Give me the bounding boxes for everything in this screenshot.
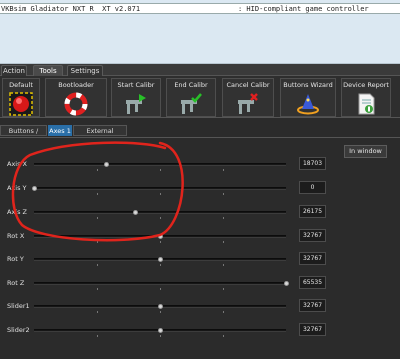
- device-name: VKBsim Gladiator NXT R XT v2.071: [1, 5, 141, 13]
- slider-tick: [97, 217, 98, 219]
- axis-label: Axis Z: [7, 208, 28, 216]
- end-calibr-button[interactable]: End Calibr: [166, 78, 216, 117]
- default-button[interactable]: Default: [2, 78, 40, 117]
- slider-tick: [160, 193, 161, 195]
- slider-thumb[interactable]: [284, 281, 289, 286]
- toolbar: Default Bootloader Start Calibr End Cali…: [0, 76, 400, 118]
- tab-settings[interactable]: Settings: [67, 65, 103, 76]
- buttons-wizard-button[interactable]: Buttons Wizard: [280, 78, 336, 117]
- slider-thumb[interactable]: [103, 162, 109, 167]
- default-label: Default: [9, 81, 33, 89]
- slider-tick: [160, 241, 161, 243]
- axis-slider[interactable]: [34, 210, 286, 219]
- axis-row: Axis Y 0: [0, 181, 340, 195]
- subtab-external-devices[interactable]: External Devices: [73, 125, 127, 146]
- buttons-wizard-label: Buttons Wizard: [283, 81, 333, 89]
- slider-tick: [97, 241, 98, 243]
- cancel-calibr-label: Cancel Calibr: [226, 81, 270, 89]
- slider-tick: [223, 193, 224, 195]
- slider-tick: [97, 311, 98, 313]
- slider-tick: [97, 335, 98, 337]
- axis-row: Rot Y 32767: [0, 252, 340, 266]
- slider-tick: [223, 169, 224, 171]
- device-report-label: Device Report: [343, 81, 389, 89]
- axis-value: 32767: [299, 229, 326, 242]
- slider-tick: [97, 288, 98, 290]
- slider-thumb[interactable]: [32, 186, 37, 191]
- end-calibr-label: End Calibr: [174, 81, 208, 89]
- axis-value: 18703: [299, 157, 326, 170]
- tab-tools[interactable]: Tools: [33, 65, 63, 76]
- slider-tick: [97, 264, 98, 266]
- device-type: : HID-compliant game controller: [238, 5, 369, 13]
- axis-slider[interactable]: [34, 234, 286, 243]
- axis-value: 32767: [299, 252, 326, 265]
- wizard-hat-icon: [297, 94, 319, 115]
- axis-label: Rot X: [7, 232, 25, 240]
- axis-label: Slider2: [7, 326, 30, 334]
- axis-value: 65535: [299, 276, 326, 289]
- caliper-cancel-icon: [238, 93, 258, 114]
- tab-action[interactable]: Action: [1, 65, 27, 76]
- axis-value: 26175: [299, 205, 326, 218]
- slider-tick: [223, 241, 224, 243]
- caliper-play-icon: [126, 94, 146, 114]
- axis-slider[interactable]: [34, 328, 286, 337]
- axis-value: 0: [299, 181, 326, 194]
- device-selector[interactable]: VKBsim Gladiator NXT R XT v2.071 : HID-c…: [0, 3, 400, 14]
- in-window-button[interactable]: In window: [344, 145, 387, 158]
- bootloader-label: Bootloader: [58, 81, 94, 89]
- slider-tick: [160, 311, 161, 313]
- axis-row: Slider1 32767: [0, 299, 340, 313]
- slider-tick: [160, 217, 161, 219]
- axis-slider[interactable]: [34, 257, 286, 266]
- slider-tick: [160, 169, 161, 171]
- slider-tick: [160, 288, 161, 290]
- slider-thumb[interactable]: [158, 234, 163, 239]
- start-calibr-label: Start Calibr: [117, 81, 155, 89]
- slider-thumb[interactable]: [158, 257, 163, 262]
- slider-tick: [97, 169, 98, 171]
- main-tabs: Action Tools Settings: [0, 64, 400, 76]
- lifebuoy-icon: [64, 92, 88, 116]
- axis-value: 32767: [299, 323, 326, 336]
- axis-label: Rot Z: [7, 279, 25, 287]
- axis-value: 32767: [299, 299, 326, 312]
- axis-label: Slider1: [7, 302, 30, 310]
- slider-thumb[interactable]: [158, 328, 163, 333]
- axis-slider[interactable]: [34, 304, 286, 313]
- device-header: VKBsim Gladiator NXT R XT v2.071 : HID-c…: [0, 0, 400, 64]
- axis-slider[interactable]: [34, 281, 289, 290]
- bootloader-button[interactable]: Bootloader: [45, 78, 107, 117]
- subtab-buttons-povs[interactable]: Buttons / POVs: [0, 125, 47, 146]
- axis-row: Axis X 18703: [0, 157, 340, 171]
- slider-tick: [223, 288, 224, 290]
- report-document-icon: [358, 93, 375, 115]
- slider-tick: [223, 217, 224, 219]
- caliper-check-icon: [181, 93, 202, 114]
- device-report-button[interactable]: Device Report: [341, 78, 391, 117]
- axis-label: Axis X: [7, 160, 28, 168]
- slider-thumb[interactable]: [158, 304, 163, 309]
- slider-tick: [223, 311, 224, 313]
- subtab-axes-1[interactable]: Axes 1: [48, 125, 72, 136]
- axis-row: Rot X 32767: [0, 229, 340, 243]
- slider-tick: [160, 264, 161, 266]
- slider-tick: [223, 264, 224, 266]
- axis-label: Rot Y: [7, 255, 24, 263]
- cancel-calibr-button[interactable]: Cancel Calibr: [222, 78, 274, 117]
- red-button-icon: [9, 92, 33, 116]
- sub-tabs: Buttons / POVs Axes 1 External Devices: [0, 125, 400, 146]
- start-calibr-button[interactable]: Start Calibr: [111, 78, 161, 117]
- slider-tick: [97, 193, 98, 195]
- axis-slider[interactable]: [32, 186, 286, 195]
- slider-tick: [160, 335, 161, 337]
- axis-row: Slider2 32767: [0, 323, 340, 337]
- axis-label: Axis Y: [7, 184, 27, 192]
- axis-slider[interactable]: [34, 162, 286, 171]
- slider-tick: [223, 335, 224, 337]
- axis-row: Rot Z 65535: [0, 276, 340, 290]
- axis-row: Axis Z 26175: [0, 205, 340, 219]
- slider-thumb[interactable]: [132, 210, 138, 215]
